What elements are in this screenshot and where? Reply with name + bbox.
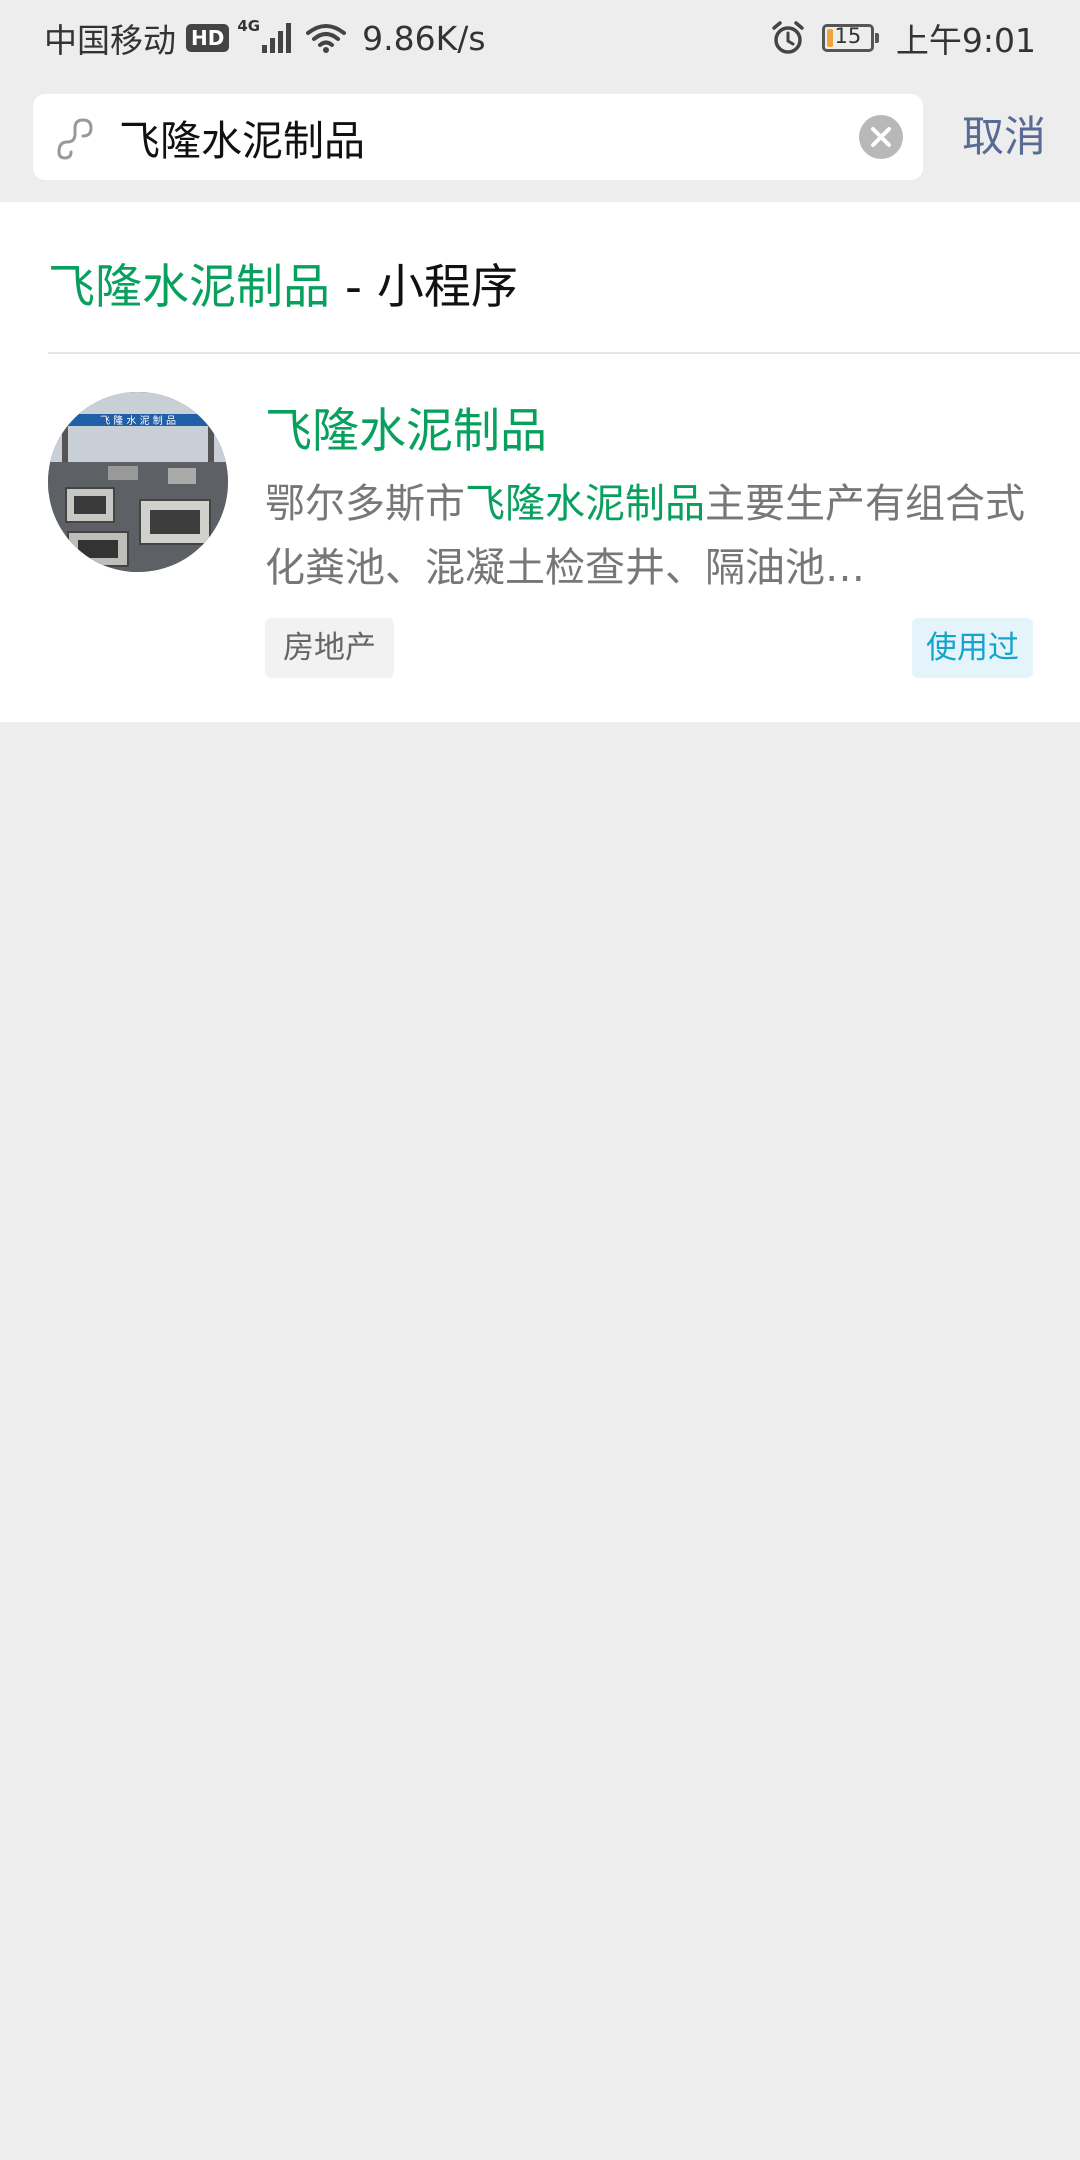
search-box[interactable]: 飞隆水泥制品 [33,94,923,180]
avatar-image: 飞 隆 水 泥 制 品 [48,392,228,572]
result-description: 鄂尔多斯市飞隆水泥制品主要生产有组合式化粪池、混凝土检查井、隔油池… [265,472,1035,600]
battery-icon: 15 [821,24,879,52]
cancel-button[interactable]: 取消 [962,112,1046,162]
signal-icon [262,23,292,53]
section-suffix: - 小程序 [330,260,518,315]
results-panel: 飞隆水泥制品 - 小程序 飞 隆 水 泥 制 品 飞隆水泥制品 鄂尔多斯市飞隆水… [0,202,1080,722]
clock: 上午9:01 [895,21,1036,60]
category-tag: 房地产 [265,618,394,678]
hd-badge: HD [186,24,230,52]
desc-prefix: 鄂尔多斯市 [265,481,465,527]
carrier-name: 中国移动 [44,21,176,60]
mini-program-icon [57,118,93,160]
wifi-icon [306,24,347,53]
search-input[interactable]: 飞隆水泥制品 [119,107,859,167]
section-header: 飞隆水泥制品 - 小程序 [48,248,518,317]
status-left: 中国移动 HD 4G 9.86K/s [44,14,486,62]
alarm-icon [772,21,804,54]
desc-keyword: 飞隆水泥制品 [465,481,705,527]
avatar: 飞 隆 水 泥 制 品 [48,392,228,572]
net-speed: 9.86K/s [362,18,486,58]
used-tag: 使用过 [912,618,1033,678]
avatar-banner-text: 飞 隆 水 泥 制 品 [100,414,176,427]
section-keyword: 飞隆水泥制品 [48,260,330,315]
battery-level: 15 [834,24,862,48]
search-bar: 飞隆水泥制品 取消 [0,76,1080,202]
result-title: 飞隆水泥制品 [265,404,547,459]
mini-program-result[interactable]: 飞 隆 水 泥 制 品 飞隆水泥制品 鄂尔多斯市飞隆水泥制品主要生产有组合式化粪… [0,354,1080,720]
status-bar: 中国移动 HD 4G 9.86K/s 15 上午9:01 [0,0,1080,76]
clear-icon[interactable] [859,115,903,159]
status-right: 15 上午9:01 [770,14,1036,62]
network-type: 4G [237,17,261,35]
